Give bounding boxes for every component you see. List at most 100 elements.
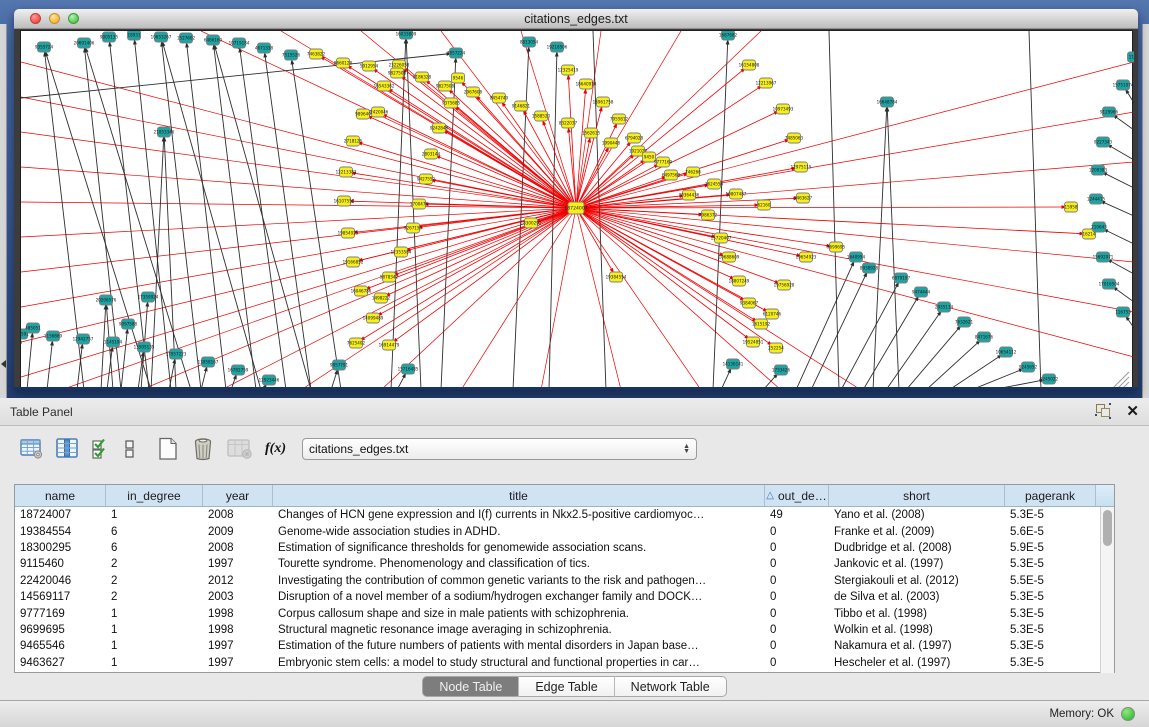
row-height-icon[interactable] [123,437,137,461]
table-row[interactable]: 946362711997Embryonic stem cells: a mode… [15,655,1096,671]
graph-edge[interactable] [135,41,171,390]
graph-node-label: 14136141 [723,362,744,367]
graph-node-label: 10653267 [151,35,172,40]
tab-node-table[interactable]: Node Table [422,676,518,697]
new-table-icon[interactable] [157,437,179,461]
network-window-titlebar[interactable]: citations_edges.txt [14,9,1138,29]
graph-edge[interactable] [86,49,191,390]
graph-edge[interactable] [221,208,576,390]
graph-edge[interactable] [1114,288,1134,302]
function-builder-icon[interactable]: f(x) [265,437,286,461]
delete-table-icon[interactable] [191,437,215,461]
graph-edge[interactable] [391,40,406,390]
graph-edge[interactable] [292,61,341,390]
table-settings-icon[interactable] [20,437,44,461]
table-row[interactable]: 2242004622012Investigating the contribut… [15,573,1096,589]
graph-edge[interactable] [576,208,701,390]
graph-edge[interactable] [1108,145,1134,160]
graph-node-label: 18300295 [521,221,542,226]
table-cell: 1997 [203,640,273,652]
graph-edge[interactable] [949,355,1001,390]
graph-edge[interactable] [21,132,576,208]
graph-node-label: 16214 [1082,232,1095,237]
graph-edge[interactable] [887,108,899,390]
graph-edge[interactable] [1104,230,1134,244]
graph-edge[interactable] [406,40,421,390]
table-select-dropdown[interactable]: citations_edges.txt ▲▼ [302,438,697,460]
graph-edge[interactable] [1114,116,1134,130]
graph-node-label: 6466160 [204,38,223,43]
graph-edge[interactable] [576,208,1083,234]
memory-status-indicator[interactable] [1121,707,1135,721]
graph-edge[interactable] [796,262,854,390]
graph-edge[interactable] [101,306,106,390]
close-panel-icon[interactable]: ✕ [1126,404,1139,419]
graph-edge[interactable] [1101,201,1134,216]
column-header-in_degree[interactable]: in_degree [106,485,203,506]
graph-edge[interactable] [576,162,1134,208]
table-cell: 5.3E-5 [1005,657,1096,669]
table-row[interactable]: 911546021997Tourette syndrome. Phenomeno… [15,556,1096,572]
table-row[interactable]: 977716911998Corpus callosum shape and si… [15,605,1096,621]
graph-edge[interactable] [873,108,887,390]
graph-edge[interactable] [151,138,164,390]
citation-graph[interactable]: 7463822866012859129542322605898275088186… [21,31,1134,390]
graph-edge[interactable] [576,31,681,208]
table-row[interactable]: 1456911722003Disruption of a novel membe… [15,589,1096,605]
row-check-icon[interactable] [91,437,111,461]
graph-edge[interactable] [46,53,151,390]
graph-edge[interactable] [1103,173,1134,188]
graph-edge[interactable] [21,167,576,208]
graph-edge[interactable] [926,341,980,390]
table-cell: Jankovic et al. (1997) [829,558,1005,570]
table-cell: Franke et al. (2009) [829,526,1005,538]
graph-edge[interactable] [21,62,576,208]
table-cell: 0 [765,526,829,538]
graph-node-label: 7485063 [785,136,804,141]
float-panel-icon[interactable] [1096,404,1112,419]
graph-node-label: 20691406 [74,41,95,46]
tab-network-table[interactable]: Network Table [615,676,727,697]
table-cell: 5.3E-5 [1005,509,1096,521]
graph-node-label: 116753 [1115,310,1131,315]
graph-edge[interactable] [576,62,1134,208]
graph-edge[interactable] [1108,260,1134,274]
graph-edge[interactable] [829,31,839,390]
scrollbar-thumb[interactable] [1103,510,1112,546]
graph-edge[interactable] [863,297,918,390]
table-row[interactable]: 1872400712008Changes of HCN gene express… [15,507,1096,523]
graph-edge[interactable] [201,31,576,208]
tab-edge-table[interactable]: Edge Table [519,676,613,697]
column-header-pagerank[interactable]: pagerank [1005,485,1096,506]
graph-edge[interactable] [1029,31,1041,390]
collapse-arrow-icon[interactable] [1,360,6,368]
graph-edge[interactable] [47,342,52,390]
table-cell: 18724007 [15,509,106,521]
graph-edge[interactable] [27,334,32,390]
column-header-name[interactable]: name [15,485,106,506]
graph-edge[interactable] [906,327,960,390]
column-header-year[interactable]: year [203,485,273,506]
column-header-out_de[interactable]: △out_de… [765,485,829,506]
table-row[interactable]: 1938455462009Genome-wide association stu… [15,523,1096,539]
graph-edge[interactable] [21,202,576,208]
graph-edge[interactable] [359,143,576,208]
network-canvas[interactable]: 7463822866012859129542322605898275088186… [20,30,1133,389]
vertical-scrollbar[interactable] [1100,507,1114,673]
graph-edge[interactable] [576,208,621,390]
graph-edge[interactable] [576,31,761,208]
graph-edge[interactable] [404,69,576,208]
column-header-short[interactable]: short [829,485,1005,506]
graph-node-label: 8813054 [520,40,539,45]
graph-edge[interactable] [886,312,941,390]
table-row[interactable]: 946554611997Estimation of the future num… [15,638,1096,654]
table-cell: 1997 [203,558,273,570]
graph-edge[interactable] [444,131,576,208]
graph-edge[interactable] [841,283,898,390]
column-header-title[interactable]: title [273,485,765,506]
table-row[interactable]: 969969511998Structural magnetic resonanc… [15,622,1096,638]
table-row[interactable]: 1830029562008Estimation of significance … [15,540,1096,556]
table-cell: 1 [106,657,203,669]
column-visibility-icon[interactable] [56,437,79,461]
graph-node-label: 19166852 [343,260,364,265]
